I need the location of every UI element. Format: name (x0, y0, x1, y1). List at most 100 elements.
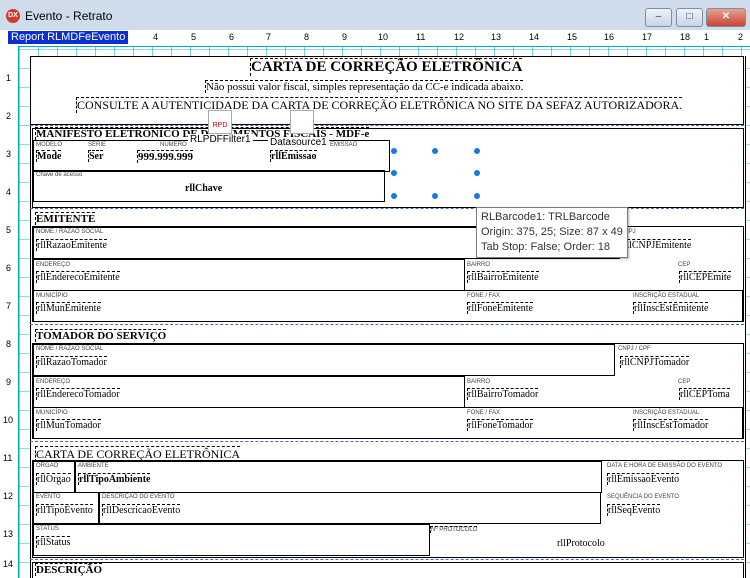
ie-emitente-label: INSCRIÇÃO ESTADUAL (633, 293, 700, 299)
cnpj-emitente-field[interactable]: rllCNPJEmitente (622, 239, 692, 251)
ruler-mark: 14 (3, 559, 14, 569)
emitente-title[interactable]: EMITENTE (35, 212, 96, 225)
descricao-evento-field[interactable]: rllDescricaoEvento (102, 504, 181, 516)
bairro-tomador-field[interactable]: rllBairroTomador (467, 388, 539, 400)
bairro-emitente-label: BAIRRO (467, 262, 491, 268)
ruler-mark: 12 (454, 32, 465, 42)
pdf-filter-label[interactable]: RLPDFFilter1 (188, 134, 253, 145)
band-divider (30, 125, 744, 126)
report-design-canvas[interactable]: 1 2 3 4 5 6 7 8 9 10 11 12 13 14 15 16 1… (0, 30, 750, 578)
report-name-label: Report RLMDFeEvento (8, 31, 129, 44)
fone-tomador-label: FONE / FAX (467, 410, 501, 416)
band-divider (30, 441, 744, 442)
ruler-mark: 18 (680, 32, 691, 42)
close-button[interactable]: ✕ (706, 8, 746, 27)
report-subtitle[interactable]: Não possui valor fiscal, simples represe… (205, 80, 524, 93)
datasource-label[interactable]: Datasource1 (268, 137, 329, 148)
serie-field[interactable]: Ser (88, 150, 104, 162)
protocolo-label: Nº PROTOCOLO (430, 526, 478, 533)
window-titlebar: DX Evento - Retrato – □ ✕ (0, 0, 750, 31)
ruler-mark: 1 (6, 73, 12, 83)
data-emissao-label: DATA E HORA DE EMISSÃO DO EVENTO (607, 463, 723, 469)
serie-label: SÉRIE (88, 142, 107, 148)
ambiente-field[interactable]: rllTipoAmbiente (78, 473, 151, 485)
ruler-mark: 4 (153, 32, 159, 42)
cep-emitente-label: CEP (678, 262, 691, 268)
modelo-field[interactable]: Mode (36, 150, 62, 162)
status-label: STATUS (36, 526, 59, 532)
selection-handle[interactable] (474, 148, 480, 154)
ambiente-box (75, 461, 602, 493)
ruler-mark: 1 (704, 32, 710, 42)
cnpj-tomador-field[interactable]: rllCNPJTomador (620, 356, 690, 368)
cep-emitente-field[interactable]: rllCEPEmite (679, 271, 732, 283)
selection-handle[interactable] (432, 193, 438, 199)
ruler-mark: 8 (6, 339, 12, 349)
ruler-mark: 5 (191, 32, 197, 42)
descricao-evento-label: DESCRIÇÃO DO EVENTO (102, 494, 175, 500)
ruler-mark: 2 (6, 111, 12, 121)
bairro-emitente-field[interactable]: rllBairroEmitente (467, 271, 539, 283)
cce-title[interactable]: CARTA DE CORREÇÃO ELETRÔNICA (35, 446, 240, 462)
selection-handle[interactable] (474, 170, 480, 176)
mun-emitente-field[interactable]: rllMunEmitente (36, 302, 101, 314)
orgao-field[interactable]: rllOrgao (36, 473, 71, 485)
sequencia-field[interactable]: rllSeqEvento (607, 504, 661, 516)
selection-handle[interactable] (432, 148, 438, 154)
end-tomador-label: ENDEREÇO (36, 379, 71, 385)
status-field[interactable]: rllStatus (36, 536, 71, 548)
razao-emitente-label: NOME / RAZÃO SOCIAL (36, 229, 104, 235)
selection-handle[interactable] (474, 193, 480, 199)
razao-emitente-field[interactable]: rllRazaoEmitente (36, 239, 107, 251)
fone-tomador-field[interactable]: rllFoneTomador (467, 419, 533, 431)
pdf-filter-icon[interactable]: RPD (208, 110, 232, 134)
descricao-title[interactable]: DESCRIÇÃO (35, 563, 103, 576)
emissao-field[interactable]: rllEmissao (270, 150, 317, 162)
tomador-title[interactable]: TOMADOR DO SERVIÇO (35, 329, 167, 342)
ie-tomador-field[interactable]: rllInscEstTomador (633, 419, 709, 431)
minimize-button[interactable]: – (645, 8, 672, 27)
ie-emitente-field[interactable]: rllInscEstEmitente (633, 302, 709, 314)
ruler-mark: 8 (304, 32, 310, 42)
status-box (33, 524, 430, 556)
selection-handle[interactable] (391, 148, 397, 154)
ruler-left: 1 2 3 4 5 6 7 8 9 10 11 12 13 14 (0, 46, 19, 578)
data-emissao-field[interactable]: rllEmissaoEvento (607, 473, 680, 485)
ruler-mark: 11 (416, 32, 426, 42)
datasource-icon[interactable] (290, 110, 314, 134)
ruler-mark: 7 (6, 301, 12, 311)
ie-tomador-label: INSCRIÇÃO ESTADUAL (633, 410, 700, 416)
ambiente-label: AMBIENTE (78, 463, 109, 469)
ruler-mark: 14 (529, 32, 540, 42)
descricao-band[interactable] (32, 562, 744, 578)
mun-emitente-label: MUNICÍPIO (36, 293, 68, 299)
evento-field[interactable]: rllTipoEvento (36, 504, 93, 516)
selection-handle[interactable] (391, 170, 397, 176)
band-divider (30, 559, 744, 560)
protocolo-field[interactable]: rllProtocolo (557, 538, 605, 549)
end-emitente-field[interactable]: rllEnderecoEmitente (36, 271, 120, 283)
ruler-mark: 10 (3, 415, 14, 425)
numero-field[interactable]: 999.999.999 (137, 150, 193, 163)
maximize-button[interactable]: □ (676, 8, 703, 27)
ruler-mark: 9 (6, 377, 12, 387)
chave-label: Chave de acesso (36, 172, 83, 178)
chave-field[interactable]: rllChave (185, 183, 222, 194)
tooltip-line-1: RLBarcode1: TRLBarcode (481, 211, 610, 223)
cep-tomador-field[interactable]: rllCEPToma (679, 388, 730, 400)
mun-tomador-field[interactable]: rllMunTomador (36, 419, 101, 431)
end-tomador-field[interactable]: rllEnderecoTomador (36, 388, 120, 400)
ruler-mark: 17 (642, 32, 653, 42)
razao-tomador-field[interactable]: rllRazaoTomador (36, 356, 107, 368)
end-emitente-label: ENDEREÇO (36, 262, 71, 268)
selection-handle[interactable] (391, 193, 397, 199)
report-title[interactable]: CARTA DE CORREÇÃO ELETRÔNICA (250, 58, 523, 76)
modelo-label: MODELO (36, 142, 63, 148)
band-divider (30, 208, 744, 209)
orgao-label: ÓRGÃO (36, 463, 59, 469)
tooltip-line-3: Tab Stop: False; Order: 18 (481, 241, 611, 253)
ruler-mark: 5 (6, 225, 12, 235)
consult-text[interactable]: CONSULTE A AUTENTICIDADE DA CARTA DE COR… (76, 97, 683, 113)
tooltip-line-2: Origin: 375, 25; Size: 87 x 49 (481, 226, 623, 238)
fone-emitente-field[interactable]: rllFoneEmitente (467, 302, 533, 314)
